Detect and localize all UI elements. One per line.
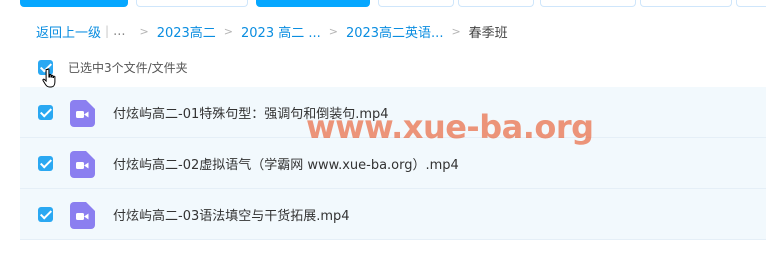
toolbar-button-1[interactable] bbox=[136, 0, 248, 7]
video-file-icon bbox=[70, 100, 95, 127]
row-checkbox[interactable] bbox=[38, 156, 53, 171]
back-link[interactable]: 返回上一级 bbox=[36, 22, 101, 41]
file-name[interactable]: 付炫屿高二-01特殊句型：强调句和倒装句.mp4 bbox=[113, 103, 389, 122]
breadcrumb-current: 春季班 bbox=[468, 25, 508, 41]
breadcrumb-item[interactable]: 2023高二 bbox=[157, 22, 216, 41]
selection-count: 已选中3个文件/文件夹 bbox=[68, 60, 188, 75]
breadcrumb-collapsed[interactable]: ... bbox=[113, 24, 125, 39]
chevron-right-icon: > bbox=[139, 24, 149, 38]
file-row[interactable]: 付炫屿高二-01特殊句型：强调句和倒装句.mp4 bbox=[20, 87, 766, 138]
toolbar-button-4[interactable] bbox=[540, 0, 636, 7]
toolbar-button-5[interactable] bbox=[640, 0, 732, 7]
breadcrumb-item[interactable]: 2023 高二 ... bbox=[241, 22, 321, 41]
toolbar bbox=[0, 0, 766, 8]
file-manager: 返回上一级 | ... > 2023高二 > 2023 高二 ... > 202… bbox=[0, 0, 766, 269]
file-name[interactable]: 付炫屿高二-03语法填空与干货拓展.mp4 bbox=[113, 205, 350, 224]
row-checkbox[interactable] bbox=[38, 207, 53, 222]
chevron-right-icon: > bbox=[451, 24, 461, 38]
file-row[interactable]: 付炫屿高二-02虚拟语气（学霸网 www.xue-ba.org）.mp4 bbox=[20, 138, 766, 189]
toolbar-button-2[interactable] bbox=[378, 0, 454, 7]
file-name[interactable]: 付炫屿高二-02虚拟语气（学霸网 www.xue-ba.org）.mp4 bbox=[113, 154, 459, 173]
select-all-row: 已选中3个文件/文件夹 bbox=[38, 58, 188, 76]
chevron-right-icon: > bbox=[328, 24, 338, 38]
video-file-icon bbox=[70, 202, 95, 229]
file-row[interactable]: 付炫屿高二-03语法填空与干货拓展.mp4 bbox=[20, 189, 766, 240]
toolbar-button-primary-1[interactable] bbox=[20, 0, 128, 7]
breadcrumb-item[interactable]: 2023高二英语... bbox=[346, 22, 443, 41]
breadcrumb-divider: | bbox=[105, 24, 110, 38]
hand-cursor-icon bbox=[42, 68, 56, 88]
breadcrumb: 返回上一级 | ... > 2023高二 > 2023 高二 ... > 202… bbox=[36, 22, 508, 41]
row-checkbox[interactable] bbox=[38, 105, 53, 120]
toolbar-button-6[interactable] bbox=[736, 0, 766, 7]
video-file-icon bbox=[70, 151, 95, 178]
toolbar-button-3[interactable] bbox=[458, 0, 534, 7]
toolbar-button-primary-2[interactable] bbox=[256, 0, 370, 7]
chevron-right-icon: > bbox=[223, 24, 233, 38]
